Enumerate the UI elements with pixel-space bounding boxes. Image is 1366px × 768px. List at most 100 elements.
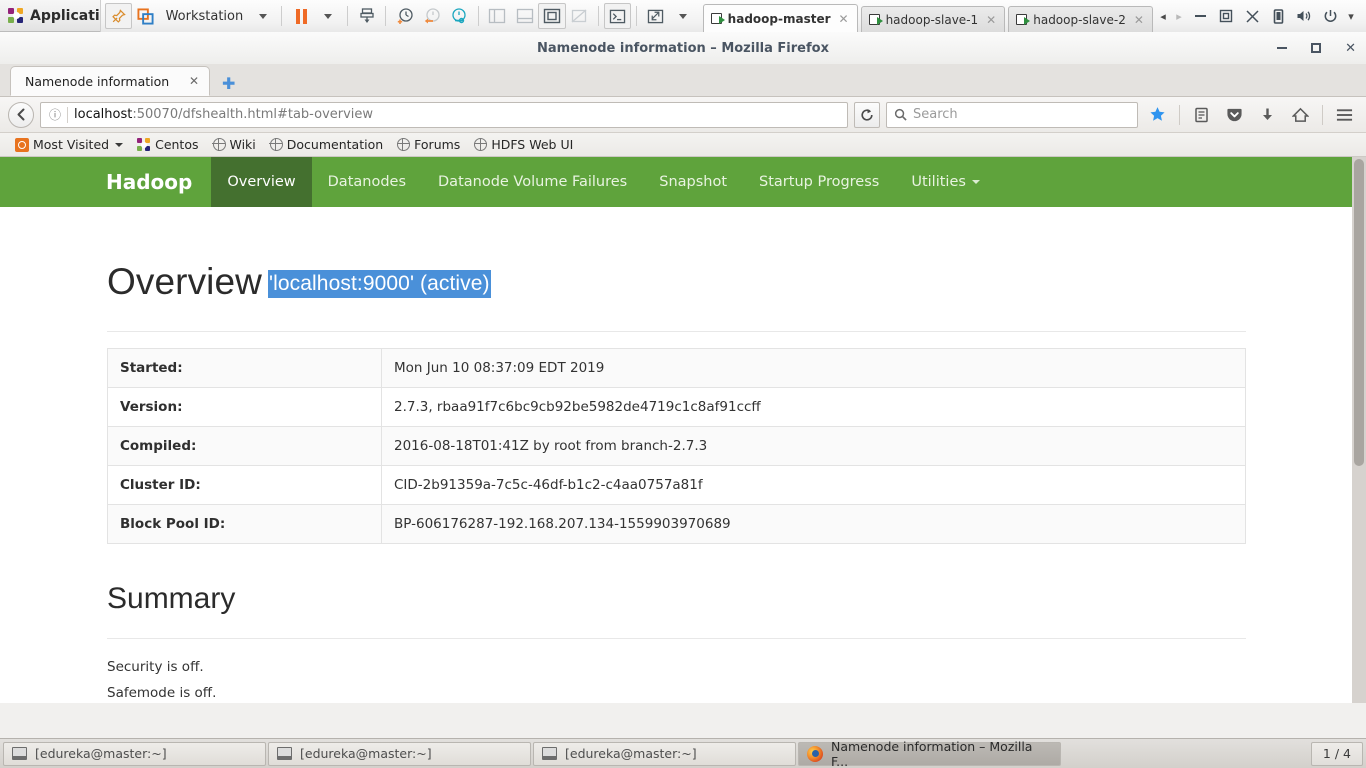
bookmark-documentation[interactable]: Documentation [263,134,390,156]
terminal-icon [12,747,27,760]
summary-heading: Summary [107,582,236,615]
removable-devices-icon[interactable] [1266,4,1290,28]
chevron-down-icon [115,142,124,147]
vmware-toolbar: Application Workstation hadoop-master ✕ … [0,0,1366,32]
bookmark-label: HDFS Web UI [491,137,574,152]
bookmark-most-visited[interactable]: Most Visited [8,134,130,156]
taskbar-item-terminal-2[interactable]: [edureka@master:~] [268,741,531,766]
power-icon[interactable] [1318,4,1342,28]
divider [346,6,348,26]
nav-item-startup-progress[interactable]: Startup Progress [743,157,895,207]
browser-tab-namenode-information[interactable]: Namenode information ✕ [10,66,210,96]
bookmark-label: Wiki [229,137,256,152]
snapshot-icon[interactable] [353,3,380,29]
close-icon[interactable]: ✕ [986,13,996,27]
search-input[interactable]: Search [886,101,1138,128]
globe-icon [212,137,226,151]
reading-list-icon[interactable] [1188,102,1215,128]
divider [107,331,1246,332]
nav-item-datanodes[interactable]: Datanodes [312,157,422,207]
page-scrollbar[interactable] [1352,157,1366,703]
divider [67,106,68,123]
sound-icon[interactable] [1292,4,1316,28]
pocket-icon[interactable] [1221,102,1248,128]
table-row: Cluster ID: CID-2b91359a-7c5c-46df-b1c2-… [107,465,1246,505]
close-icon[interactable]: ✕ [1134,13,1144,27]
nav-item-label: Startup Progress [759,174,880,190]
stretch-menu-caret-icon[interactable] [669,3,696,29]
close-icon[interactable]: ✕ [839,12,849,26]
close-icon[interactable]: ✕ [189,74,199,88]
take-snapshot-icon[interactable] [391,3,418,29]
revert-snapshot-icon[interactable] [418,3,445,29]
nav-item-overview[interactable]: Overview [211,157,312,207]
bookmarks-toolbar: Most Visited Centos Wiki Documentation F… [0,133,1366,157]
taskbar-item-label: [edureka@master:~] [300,746,432,761]
window-title: Namenode information – Mozilla Firefox [537,40,829,56]
show-sidebar-icon[interactable] [484,3,511,29]
snapshot-manager-icon[interactable] [446,3,473,29]
unity-mode-icon[interactable] [566,3,593,29]
firefox-window: Namenode information – Mozilla Firefox ✕… [0,32,1366,738]
vmware-window-controls: ◂ ▸ ▾ [1156,4,1362,28]
downloads-icon[interactable] [1254,102,1281,128]
workspace-indicator[interactable]: 1 / 4 [1310,741,1363,766]
fullscreen-icon[interactable] [538,3,566,29]
address-bar-path: :50070/dfshealth.html#tab-overview [132,107,374,122]
bookmark-wiki[interactable]: Wiki [206,134,263,156]
pause-icon[interactable] [287,3,314,29]
address-bar-url: localhost:50070/dfshealth.html#tab-overv… [74,107,373,122]
hadoop-brand[interactable]: Hadoop [90,157,211,207]
forward-arrow-icon[interactable]: ▸ [1172,10,1186,23]
new-tab-icon[interactable]: ✚ [210,76,245,96]
row-key: Version: [107,387,382,427]
most-visited-icon [15,137,29,152]
nav-item-utilities[interactable]: Utilities [895,157,996,207]
divider [1322,104,1323,125]
vm-tab-hadoop-slave-1[interactable]: hadoop-slave-1 ✕ [860,6,1006,32]
stretch-guest-icon[interactable] [642,3,669,29]
divider [281,6,283,26]
bookmark-star-icon[interactable] [1144,102,1171,128]
taskbar-item-terminal-3[interactable]: [edureka@master:~] [533,741,796,766]
taskbar-item-firefox[interactable]: Namenode information – Mozilla F... [798,739,1061,768]
reload-button[interactable] [854,101,880,128]
menu-icon[interactable] [1331,102,1358,128]
restore-icon[interactable] [1214,4,1238,28]
pin-icon[interactable] [105,3,133,29]
firefox-titlebar: Namenode information – Mozilla Firefox ✕ [0,32,1366,64]
console-view-icon[interactable] [603,3,632,29]
vm-power-icon [868,14,883,25]
power-menu-caret-icon[interactable]: ▾ [1344,10,1358,23]
minimize-button[interactable] [1277,47,1288,49]
page-info-icon[interactable]: ⓘ [45,106,65,123]
address-bar[interactable]: ⓘ localhost:50070/dfshealth.html#tab-ove… [40,101,848,128]
close-button[interactable]: ✕ [1345,42,1356,55]
vm-tab-hadoop-master[interactable]: hadoop-master ✕ [702,4,858,32]
row-value: BP-606176287-192.168.207.134-15599039706… [381,504,1246,544]
taskbar-item-terminal-1[interactable]: [edureka@master:~] [3,741,266,766]
workstation-menu-caret-icon[interactable] [249,3,276,29]
nav-item-snapshot[interactable]: Snapshot [643,157,743,207]
vmware-app-title: Workstation [165,8,244,24]
bookmark-forums[interactable]: Forums [390,134,467,156]
firefox-navigation-toolbar: ⓘ localhost:50070/dfshealth.html#tab-ove… [0,97,1366,133]
back-button[interactable] [8,101,34,128]
bookmark-centos[interactable]: Centos [130,134,205,156]
scrollbar-thumb[interactable] [1354,159,1364,466]
vm-tab-hadoop-slave-2[interactable]: hadoop-slave-2 ✕ [1008,6,1153,32]
close-icon[interactable] [1240,4,1264,28]
maximize-button[interactable] [1311,43,1322,53]
back-arrow-icon[interactable]: ◂ [1156,10,1170,23]
minimize-icon[interactable] [1188,4,1212,28]
namenode-info-table: Started: Mon Jun 10 08:37:09 EDT 2019 Ve… [107,348,1246,544]
divider [636,6,638,26]
centos-icon [137,137,151,152]
nav-item-datanode-volume-failures[interactable]: Datanode Volume Failures [422,157,643,207]
show-bottom-panel-icon[interactable] [511,3,538,29]
taskbar-item-label: [edureka@master:~] [565,746,697,761]
bookmark-hdfs-web-ui[interactable]: HDFS Web UI [467,134,580,156]
home-icon[interactable] [1287,102,1314,128]
vm-tab-strip: hadoop-master ✕ hadoop-slave-1 ✕ hadoop-… [702,0,1156,32]
power-menu-caret-icon[interactable] [315,3,342,29]
